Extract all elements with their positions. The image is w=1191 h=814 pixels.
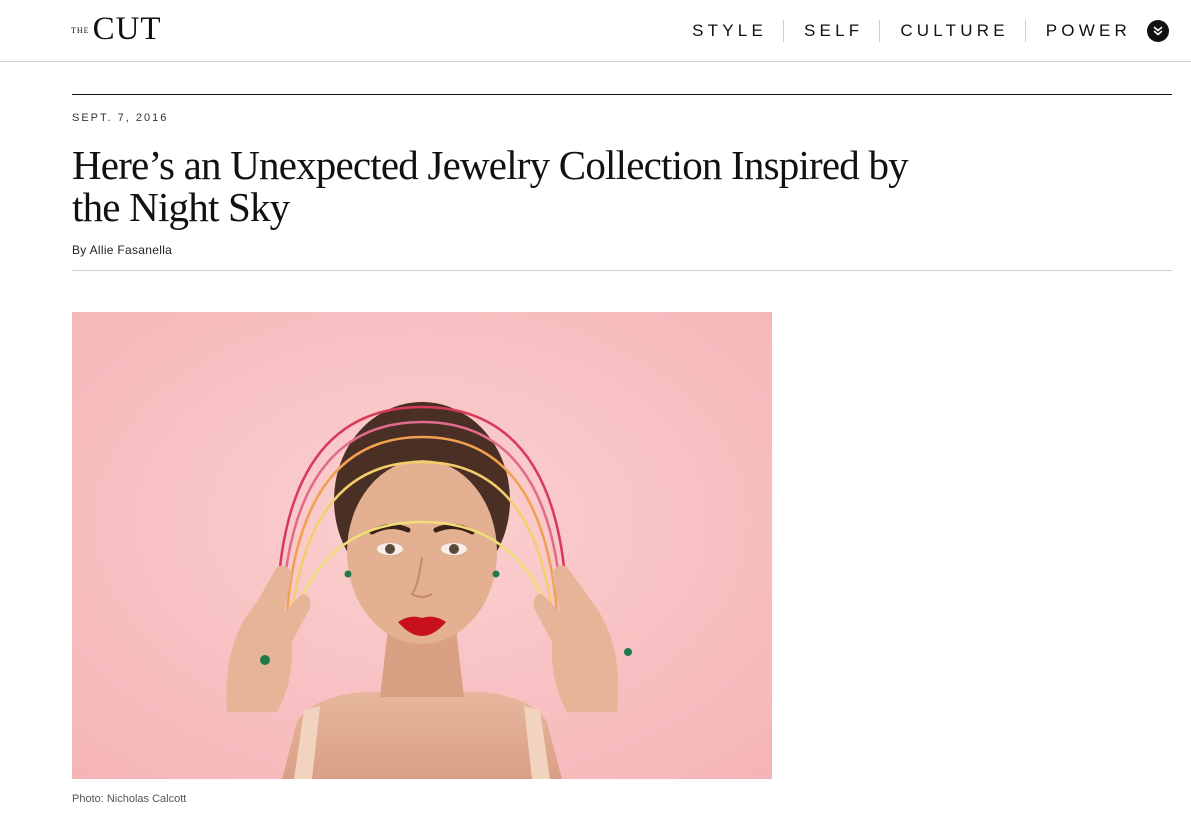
menu-toggle-button[interactable]	[1147, 20, 1169, 42]
nav-self[interactable]: SELF	[783, 20, 879, 42]
bottom-divider	[72, 270, 1172, 271]
byline-prefix: By	[72, 243, 87, 257]
photo-ring-left	[260, 655, 270, 665]
article-header: SEPT. 7, 2016 Here’s an Unexpected Jewel…	[72, 94, 1172, 271]
article-headline: Here’s an Unexpected Jewelry Collection …	[72, 142, 909, 230]
top-divider	[72, 94, 1172, 95]
nav-culture[interactable]: CULTURE	[879, 20, 1024, 42]
lede-image-figure: Photo: Nicholas Calcott	[72, 312, 772, 806]
lede-photo	[72, 312, 772, 779]
logo-the: THE	[71, 26, 90, 35]
site-logo[interactable]: THE CUT	[71, 11, 162, 47]
photo-shoulders	[282, 692, 562, 779]
chevron-down-icon	[1153, 26, 1163, 36]
byline: By Allie Fasanella	[72, 242, 1172, 258]
main-nav: STYLE SELF CULTURE POWER	[692, 18, 1169, 44]
photo-earring-left	[344, 570, 352, 578]
nav-power[interactable]: POWER	[1024, 20, 1147, 42]
photo-earring-right	[492, 570, 500, 578]
logo-cut: CUT	[92, 11, 162, 47]
article-date: SEPT. 7, 2016	[72, 112, 169, 124]
site-header: THE CUT STYLE SELF CULTURE POWER	[0, 0, 1191, 62]
photo-caption: Photo: Nicholas Calcott	[72, 793, 187, 805]
photo-ring-right	[624, 648, 632, 656]
author-link[interactable]: Allie Fasanella	[90, 243, 173, 257]
nav-style[interactable]: STYLE	[692, 20, 783, 42]
photo-face	[347, 460, 497, 644]
